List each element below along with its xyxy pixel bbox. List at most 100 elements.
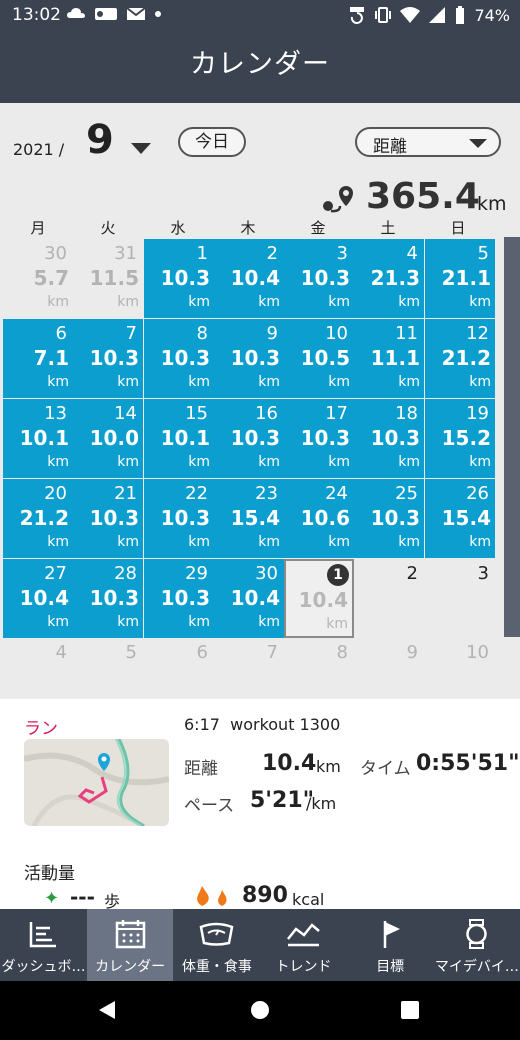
calendar-day-cell[interactable]: 3 10.3 km <box>284 239 354 318</box>
next-month-day[interactable]: 8 <box>284 642 354 663</box>
workout-title[interactable]: 6:17 workout 1300 <box>184 715 340 734</box>
day-number: 6 <box>55 323 67 344</box>
calendar-day-cell[interactable]: 28 10.3 km <box>73 559 143 638</box>
weekday-thu: 木 <box>240 219 256 237</box>
nav-trend[interactable]: トレンド <box>260 909 347 981</box>
route-map-thumbnail[interactable] <box>24 739 169 826</box>
calendar-day-cell[interactable]: 6 7.1 km <box>3 319 73 398</box>
day-distance-value: 10.4 <box>230 586 280 610</box>
day-distance-unit: km <box>188 374 210 390</box>
today-button[interactable]: 今日 <box>178 127 246 157</box>
day-distance-value: 10.4 <box>230 266 280 290</box>
day-number: 16 <box>255 403 278 424</box>
next-month-day[interactable]: 6 <box>144 642 214 663</box>
calendar-day-cell[interactable]: 2 10.4 km <box>214 239 284 318</box>
day-distance-value: 10.4 <box>298 588 348 612</box>
today-badge: 1 <box>327 564 349 586</box>
distance-value: 10.4 <box>262 751 317 776</box>
battery-icon <box>456 6 465 24</box>
activity-section-title: 活動量 <box>24 864 75 884</box>
pace-value: 5'21" <box>250 788 315 813</box>
calendar-day-cell[interactable]: 18 10.3 km <box>354 399 424 478</box>
signal-icon <box>429 7 446 23</box>
calendar-day-cell[interactable]: 1 10.3 km <box>144 239 214 318</box>
next-month-day[interactable]: 7 <box>214 642 284 663</box>
calendar-day-cell[interactable]: 29 10.3 km <box>144 559 214 638</box>
calendar-day-cell[interactable]: 10 10.5 km <box>284 319 354 398</box>
nav-dashboard[interactable]: ダッシュボ… <box>0 909 87 981</box>
day-number: 2 <box>266 243 278 264</box>
rec-icon <box>95 8 117 20</box>
calendar-day-cell[interactable]: 2 <box>354 559 424 638</box>
calendar-day-cell[interactable]: 4 21.3 km <box>354 239 424 318</box>
calendar-day-cell[interactable]: 13 10.1 km <box>3 399 73 478</box>
day-number: 13 <box>44 403 67 424</box>
day-distance-value: 10.3 <box>370 426 420 450</box>
calendar-day-cell[interactable]: 31 11.5 km <box>73 239 143 318</box>
day-number: 25 <box>395 483 418 504</box>
calendar-day-cell[interactable]: 24 10.6 km <box>284 479 354 558</box>
calendar-day-cell[interactable]: 23 15.4 km <box>214 479 284 558</box>
calendar-day-cell[interactable]: 17 10.3 km <box>284 399 354 478</box>
next-month-day[interactable]: 10 <box>425 642 495 663</box>
next-month-day[interactable]: 9 <box>354 642 424 663</box>
weekday-wed: 水 <box>170 219 186 237</box>
calendar-day-cell[interactable]: 3 <box>425 559 495 638</box>
next-month-day[interactable]: 5 <box>73 642 143 663</box>
month-dropdown-icon[interactable] <box>131 143 151 154</box>
footsteps-icon: ✦ <box>44 888 60 909</box>
calendar-day-cell[interactable]: 14 10.0 km <box>73 399 143 478</box>
day-number: 11 <box>395 323 418 344</box>
calendar-day-cell[interactable]: 16 10.3 km <box>214 399 284 478</box>
calendar-day-cell[interactable]: 19 15.2 km <box>425 399 495 478</box>
calendar-controls: 2021 / 9 今日 距離 365.4 km 月 火 水 木 金 土 日 <box>0 103 520 237</box>
day-distance-unit: km <box>258 374 280 390</box>
nav-my-device[interactable]: マイデバイ… <box>433 909 520 981</box>
kcal-value: 890 <box>242 883 288 908</box>
calendar-day-cell[interactable]: 8 10.3 km <box>144 319 214 398</box>
day-distance-unit: km <box>326 616 348 632</box>
next-month-day[interactable]: 4 <box>3 642 73 663</box>
day-distance-unit: km <box>469 454 491 470</box>
calendar-day-cell[interactable]: 22 10.3 km <box>144 479 214 558</box>
scale-icon <box>199 922 234 946</box>
home-icon[interactable] <box>249 999 271 1021</box>
day-distance-value: 10.3 <box>230 426 280 450</box>
nav-calendar[interactable]: カレンダー <box>86 909 174 981</box>
watch-icon <box>466 919 488 949</box>
calendar-day-cell[interactable]: 25 10.3 km <box>354 479 424 558</box>
day-number: 20 <box>44 483 67 504</box>
calendar-day-cell[interactable]: 7 10.3 km <box>73 319 143 398</box>
calendar-day-cell[interactable]: 26 15.4 km <box>425 479 495 558</box>
day-distance-unit: km <box>398 294 420 310</box>
calendar-day-cell[interactable]: 30 10.4 km <box>214 559 284 638</box>
calendar-day-cell[interactable]: 11 11.1 km <box>354 319 424 398</box>
calendar-day-cell[interactable]: 30 5.7 km <box>3 239 73 318</box>
day-distance-unit: km <box>47 614 69 630</box>
calendar-day-cell[interactable]: 20 21.2 km <box>3 479 73 558</box>
day-distance-value: 21.2 <box>19 506 69 530</box>
pace-label: ペース <box>184 796 235 816</box>
month-label[interactable]: 9 <box>86 117 114 163</box>
calendar-day-cell[interactable]: 15 10.1 km <box>144 399 214 478</box>
day-distance-unit: km <box>188 614 210 630</box>
day-distance-unit: km <box>469 374 491 390</box>
recents-icon[interactable] <box>400 1000 420 1020</box>
calendar-day-cell[interactable]: 9 10.3 km <box>214 319 284 398</box>
calendar-day-cell[interactable]: 1 10.4 km <box>284 559 354 638</box>
back-icon[interactable] <box>96 999 118 1021</box>
day-distance-unit: km <box>469 294 491 310</box>
nav-weight-meal[interactable]: 体重・食事 <box>173 909 260 981</box>
weekday-tue: 火 <box>100 219 116 237</box>
day-distance-unit: km <box>398 534 420 550</box>
day-number: 14 <box>114 403 137 424</box>
calendar-day-cell[interactable]: 5 21.1 km <box>425 239 495 318</box>
metric-select[interactable]: 距離 <box>355 127 501 157</box>
calendar-day-cell[interactable]: 12 21.2 km <box>425 319 495 398</box>
day-distance-unit: km <box>328 454 350 470</box>
nav-goal[interactable]: 目標 <box>347 909 434 981</box>
calendar-day-cell[interactable]: 21 10.3 km <box>73 479 143 558</box>
time-value: 0:55'51" <box>416 751 520 776</box>
day-distance-value: 21.3 <box>370 266 420 290</box>
calendar-day-cell[interactable]: 27 10.4 km <box>3 559 73 638</box>
